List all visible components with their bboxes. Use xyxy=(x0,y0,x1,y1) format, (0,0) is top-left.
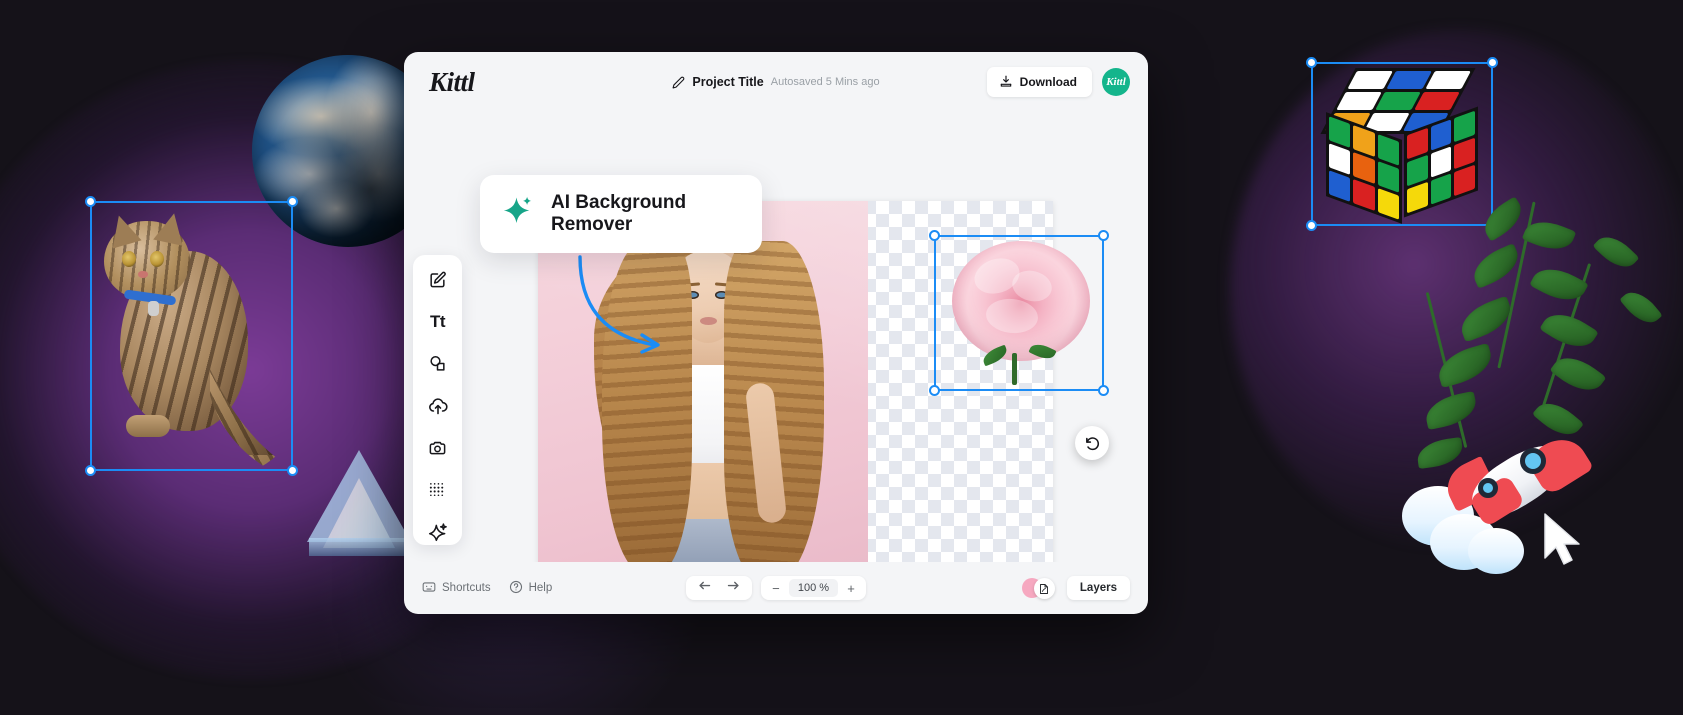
edit-tool[interactable] xyxy=(423,267,453,292)
download-button-label: Download xyxy=(1019,75,1077,89)
resize-handle-top-left[interactable] xyxy=(929,230,940,241)
shapes-tool[interactable] xyxy=(423,351,453,376)
rose-object[interactable] xyxy=(929,230,1109,396)
kittl-logo[interactable]: Kittl xyxy=(429,67,475,98)
header-actions: Download Kittl xyxy=(986,67,1130,97)
resize-handle-top-right[interactable] xyxy=(1098,230,1109,241)
bottom-bar: Shortcuts Help − 100 % + Layers xyxy=(404,562,1148,614)
canvas-area[interactable]: AI Background Remover Tt xyxy=(404,112,1148,562)
resize-handle-bottom-right[interactable] xyxy=(1098,385,1109,396)
download-button[interactable]: Download xyxy=(986,67,1092,97)
pencil-icon[interactable] xyxy=(672,76,685,89)
upload-tool[interactable] xyxy=(423,393,453,418)
resize-handle-bottom-left[interactable] xyxy=(1306,220,1317,231)
photos-tool[interactable] xyxy=(423,436,453,461)
user-avatar[interactable]: Kittl xyxy=(1102,68,1130,96)
layers-button[interactable]: Layers xyxy=(1066,576,1130,600)
text-tool[interactable]: Tt xyxy=(423,309,453,334)
question-circle-icon xyxy=(509,580,523,597)
resize-handle-top-right[interactable] xyxy=(1487,57,1498,68)
redo-button[interactable] xyxy=(726,578,741,598)
help-button[interactable]: Help xyxy=(509,580,553,597)
keyboard-icon xyxy=(422,580,436,597)
mouse-cursor-icon xyxy=(1541,512,1585,568)
shortcuts-label: Shortcuts xyxy=(442,582,491,594)
help-label: Help xyxy=(528,582,553,594)
rubiks-cube-object[interactable] xyxy=(1306,57,1498,231)
color-swatch-button[interactable] xyxy=(1021,578,1056,599)
autosave-status: Autosaved 5 Mins ago xyxy=(770,76,880,88)
artboard[interactable] xyxy=(538,201,1109,562)
resize-handle-top-left[interactable] xyxy=(85,196,96,207)
selection-frame-cat[interactable] xyxy=(85,196,298,476)
shortcuts-button[interactable]: Shortcuts xyxy=(422,580,491,597)
undo-redo-group xyxy=(685,576,752,600)
texture-tool[interactable] xyxy=(423,478,453,503)
ai-background-remover-card[interactable]: AI Background Remover xyxy=(480,175,762,253)
resize-handle-top-right[interactable] xyxy=(287,196,298,207)
selection-frame-rose[interactable] xyxy=(929,230,1109,396)
sparkle-icon xyxy=(502,195,536,234)
left-toolbar: Tt xyxy=(413,255,462,545)
prism-image xyxy=(307,450,411,560)
rotate-handle-button[interactable] xyxy=(1075,426,1109,460)
layers-color-icon xyxy=(1033,578,1055,599)
zoom-control: − 100 % + xyxy=(760,576,867,600)
project-title[interactable]: Project Title xyxy=(692,75,763,89)
screenshot-root: Kittl Project Title Autosaved 5 Mins ago xyxy=(0,0,1683,715)
zoom-in-button[interactable]: + xyxy=(842,579,860,597)
cat-object[interactable] xyxy=(85,196,298,476)
zoom-value[interactable]: 100 % xyxy=(788,579,839,597)
undo-button[interactable] xyxy=(697,578,712,598)
ai-card-label: AI Background Remover xyxy=(551,192,687,235)
ai-tool[interactable] xyxy=(423,520,453,545)
kittl-app-window: Kittl Project Title Autosaved 5 Mins ago xyxy=(404,52,1148,614)
app-header: Kittl Project Title Autosaved 5 Mins ago xyxy=(404,52,1148,112)
resize-handle-bottom-right[interactable] xyxy=(287,465,298,476)
resize-handle-bottom-left[interactable] xyxy=(85,465,96,476)
download-icon xyxy=(999,75,1013,89)
resize-handle-bottom-left[interactable] xyxy=(929,385,940,396)
resize-handle-top-left[interactable] xyxy=(1306,57,1317,68)
curved-arrow-icon xyxy=(572,253,672,363)
zoom-out-button[interactable]: − xyxy=(767,579,785,597)
